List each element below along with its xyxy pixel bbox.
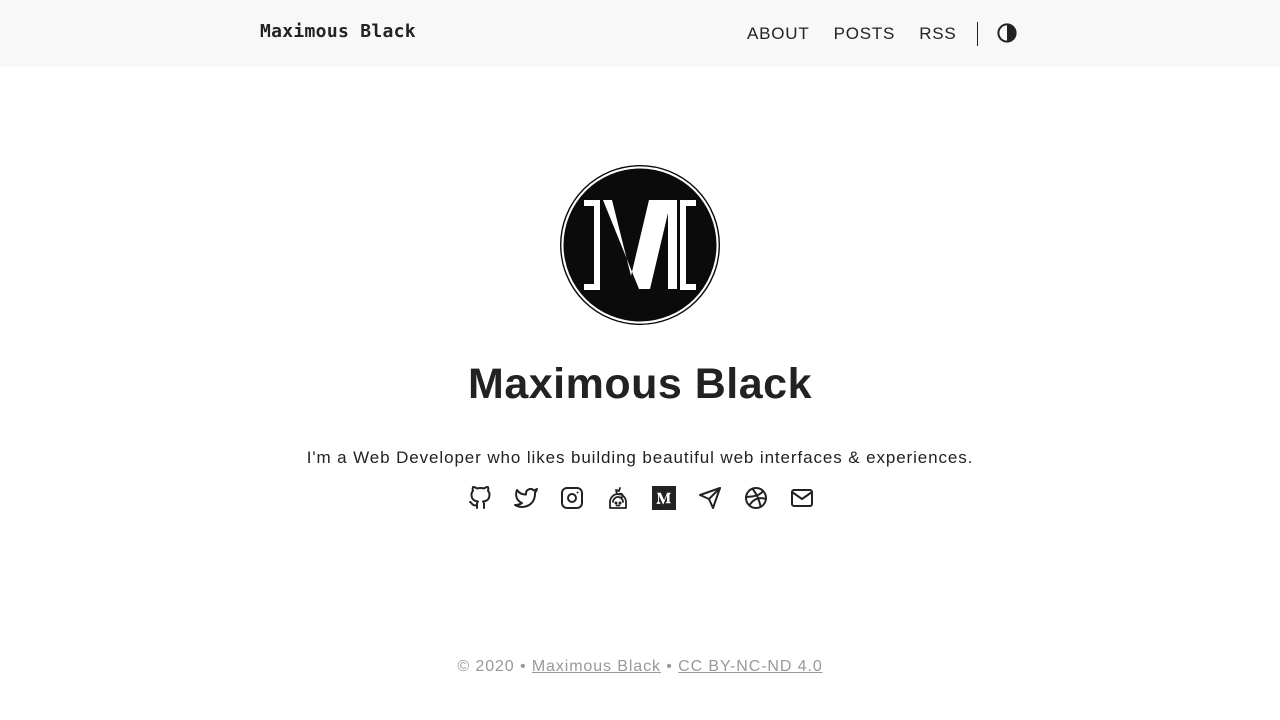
author-link[interactable]: Maximous Black bbox=[532, 658, 661, 675]
github-icon[interactable] bbox=[468, 486, 492, 510]
social-links bbox=[468, 486, 814, 510]
hero-name: Maximous Black bbox=[468, 360, 812, 408]
stackoverflow-icon[interactable] bbox=[606, 486, 630, 510]
license-link[interactable]: CC BY-NC-ND 4.0 bbox=[678, 658, 823, 675]
site-header: Maximous Black ABOUT POSTS RSS bbox=[0, 0, 1280, 67]
telegram-icon[interactable] bbox=[698, 486, 722, 510]
instagram-icon[interactable] bbox=[560, 486, 584, 510]
avatar bbox=[559, 164, 721, 326]
footer-separator: • bbox=[666, 658, 673, 675]
email-icon[interactable] bbox=[790, 486, 814, 510]
nav-link-rss[interactable]: RSS bbox=[919, 24, 956, 44]
nav-link-about[interactable]: ABOUT bbox=[747, 24, 810, 44]
dribbble-icon[interactable] bbox=[744, 486, 768, 510]
medium-icon[interactable] bbox=[652, 486, 676, 510]
nav-divider bbox=[977, 22, 978, 46]
nav-link-posts[interactable]: POSTS bbox=[834, 24, 896, 44]
site-title-link[interactable]: Maximous Black bbox=[260, 21, 416, 42]
m-monogram-logo bbox=[559, 164, 721, 326]
contrast-icon[interactable] bbox=[996, 22, 1018, 44]
twitter-icon[interactable] bbox=[514, 486, 538, 510]
copyright-text: © 2020 • bbox=[457, 658, 527, 675]
tagline: I'm a Web Developer who likes building b… bbox=[306, 448, 974, 467]
main-nav: ABOUT POSTS RSS bbox=[740, 23, 981, 44]
site-footer: © 2020 • Maximous Black • CC BY-NC-ND 4.… bbox=[0, 658, 1280, 676]
